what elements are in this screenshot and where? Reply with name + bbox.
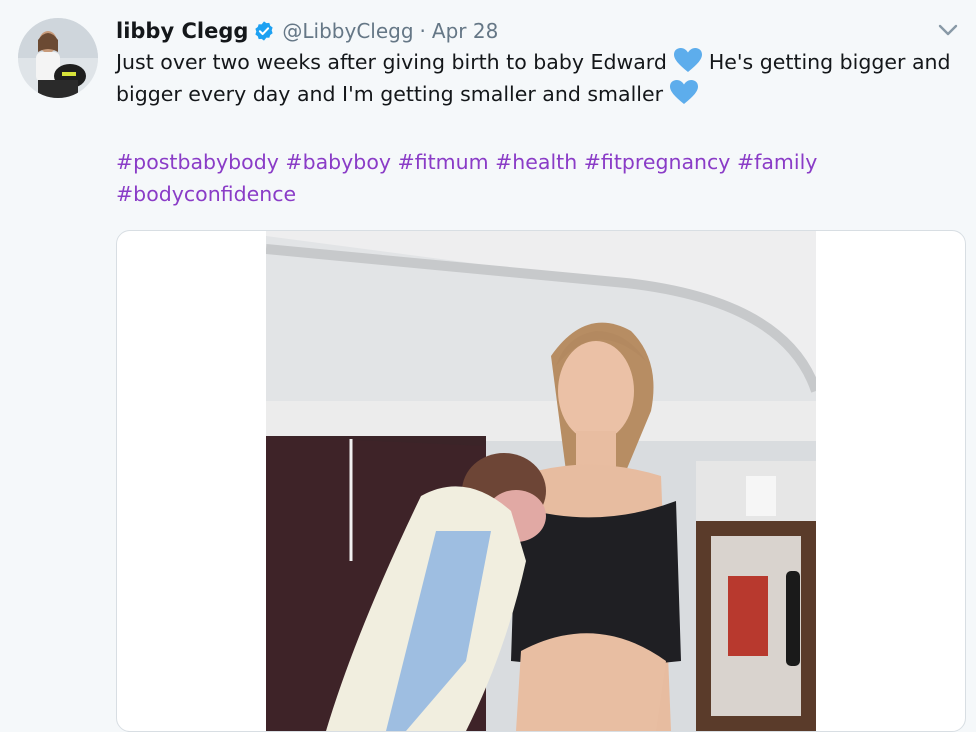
media-card[interactable] <box>116 230 966 732</box>
tweet-text-line-1: Just over two weeks after giving birth t… <box>116 46 966 78</box>
chevron-down-icon[interactable] <box>936 22 960 38</box>
tweet-text: Just over two weeks after giving birth t… <box>116 46 966 110</box>
hashtag-line-2: #bodyconfidence <box>116 178 966 210</box>
tweet-text-part: Just over two weeks after giving birth t… <box>116 50 667 74</box>
hashtags: #postbabybody #babyboy #fitmum #health #… <box>116 146 966 210</box>
tweet-text-part: bigger every day and I'm getting smaller… <box>116 82 664 106</box>
author-name[interactable]: libby Clegg <box>116 19 248 43</box>
hashtag-link[interactable]: #health <box>495 150 577 174</box>
hashtag-link[interactable]: #fitpregnancy <box>584 150 731 174</box>
hashtag-link[interactable]: #babyboy <box>285 150 391 174</box>
hashtag-link[interactable]: #family <box>737 150 817 174</box>
tweet-text-line-2: bigger every day and I'm getting smaller… <box>116 78 966 110</box>
blue-heart-icon <box>673 47 703 73</box>
tweet-photo[interactable] <box>266 231 816 731</box>
hashtag-link[interactable]: #bodyconfidence <box>116 182 296 206</box>
hashtag-link[interactable]: #fitmum <box>398 150 489 174</box>
avatar-image <box>18 18 98 98</box>
tweet-text-part: He's getting bigger and <box>708 50 951 74</box>
separator-dot: · <box>419 19 426 43</box>
hashtag-line-1: #postbabybody #babyboy #fitmum #health #… <box>116 146 966 178</box>
avatar[interactable] <box>18 18 98 98</box>
tweet: libby Clegg @LibbyClegg · Apr 28 Just ov… <box>0 0 976 732</box>
tweet-date[interactable]: Apr 28 <box>432 19 498 43</box>
blue-heart-icon <box>669 79 699 105</box>
tweet-header: libby Clegg @LibbyClegg · Apr 28 <box>116 14 498 48</box>
verified-badge-icon <box>253 20 275 42</box>
author-handle[interactable]: @LibbyClegg <box>282 19 413 43</box>
hashtag-link[interactable]: #postbabybody <box>116 150 279 174</box>
